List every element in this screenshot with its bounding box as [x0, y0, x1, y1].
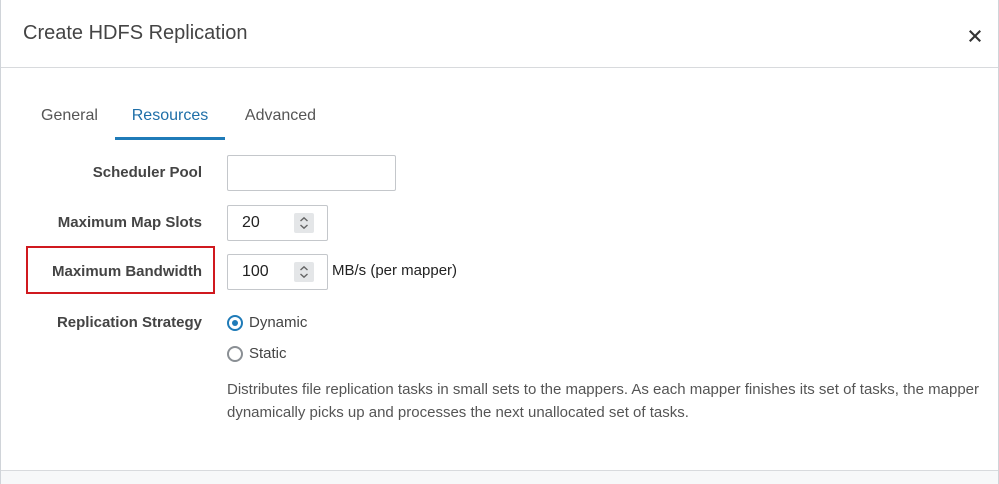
max-bandwidth-spinner[interactable] — [294, 262, 314, 282]
max-map-slots-spinner[interactable] — [294, 213, 314, 233]
max-bandwidth-input[interactable]: 100 — [227, 254, 328, 290]
radio-static-label: Static — [249, 345, 287, 362]
max-bandwidth-value: 100 — [242, 263, 269, 280]
scheduler-pool-label: Scheduler Pool — [92, 164, 202, 181]
dialog-header: Create HDFS Replication — [1, 0, 998, 68]
tab-resources[interactable]: Resources — [115, 96, 225, 140]
chevron-up-down-icon — [300, 265, 308, 279]
tab-advanced[interactable]: Advanced — [233, 96, 328, 140]
max-bandwidth-unit: MB/s (per mapper) — [332, 262, 458, 279]
max-map-slots-value: 20 — [242, 214, 260, 231]
tab-general[interactable]: General — [23, 96, 113, 140]
dialog-footer — [1, 471, 998, 484]
close-icon — [969, 30, 981, 42]
max-bandwidth-label: Maximum Bandwidth — [51, 263, 202, 280]
max-map-slots-label: Maximum Map Slots — [57, 214, 202, 231]
dialog-title: Create HDFS Replication — [23, 22, 248, 44]
create-hdfs-replication-dialog: Create HDFS Replication General Resource… — [0, 0, 999, 484]
scheduler-pool-input[interactable] — [227, 155, 396, 191]
radio-dynamic-button[interactable] — [227, 315, 243, 331]
radio-static-button[interactable] — [227, 346, 243, 362]
max-map-slots-input[interactable]: 20 — [227, 205, 328, 241]
close-button[interactable] — [966, 27, 984, 45]
replication-strategy-help: Distributes file replication tasks in sm… — [227, 381, 979, 421]
chevron-up-down-icon — [300, 216, 308, 230]
radio-dynamic-label: Dynamic — [249, 314, 308, 331]
replication-strategy-label: Replication Strategy — [56, 314, 202, 331]
